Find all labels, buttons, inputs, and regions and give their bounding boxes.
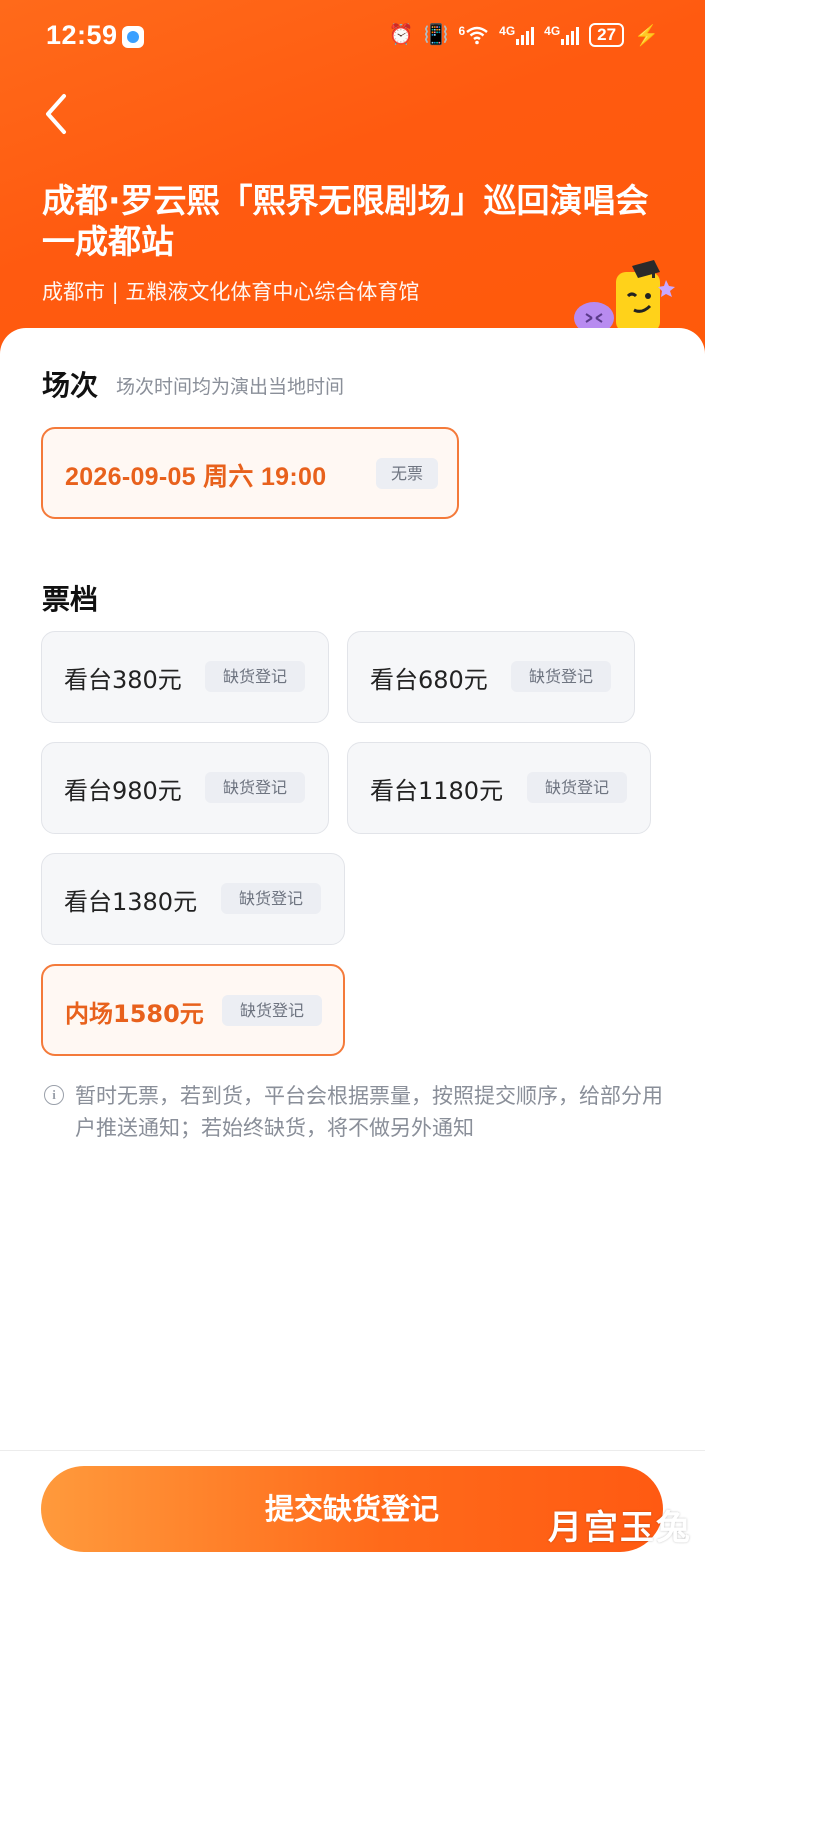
tier-section-title: 票档 [42, 583, 99, 616]
event-title: 成都·罗云熙「熙界无限剧场」巡回演唱会一成都站 [42, 181, 649, 261]
vibrate-icon: 📳 [423, 24, 449, 46]
battery-icon: 27 [589, 23, 625, 47]
restock-notice: 暂时无票，若到货，平台会根据票量，按照提交顺序，给部分用户推送通知；若始终缺货，… [75, 1084, 663, 1140]
session-date: 2026-09-05 周六 19:00 [65, 463, 327, 491]
tier-label: 看台1180元 [370, 777, 504, 805]
status-bar: 12:59 ⏰ 📳 6 4G 4G 27 ⚡ [0, 0, 705, 74]
tier-option-980[interactable]: 看台980元 缺货登记 [41, 742, 329, 834]
waitlist-badge: 缺货登记 [205, 661, 305, 692]
waitlist-badge: 缺货登记 [511, 661, 611, 692]
header-banner: 12:59 ⏰ 📳 6 4G 4G 27 ⚡ 成都·罗云熙「熙界无限剧场」巡回演… [0, 0, 705, 360]
signal-2-icon: 4G [544, 24, 580, 45]
wifi-icon: 6 [458, 25, 489, 45]
signal-1-icon: 4G [499, 24, 535, 45]
waitlist-badge: 缺货登记 [205, 772, 305, 803]
status-time: 12:59 [46, 20, 118, 50]
network-type-2: 4G [544, 24, 561, 38]
tier-option-680[interactable]: 看台680元 缺货登记 [347, 631, 635, 723]
app-notification-icon [122, 26, 144, 48]
tier-label: 看台980元 [64, 777, 182, 805]
waitlist-badge: 缺货登记 [527, 772, 627, 803]
wifi-symbol [466, 26, 488, 45]
chevron-left-icon [46, 94, 66, 134]
info-icon: i [44, 1085, 64, 1105]
waitlist-badge: 缺货登记 [222, 995, 322, 1026]
charging-icon: ⚡ [634, 24, 659, 47]
sold-out-badge: 无票 [376, 458, 438, 489]
tier-option-380[interactable]: 看台380元 缺货登记 [41, 631, 329, 723]
tier-option-1580[interactable]: 内场1580元 缺货登记 [41, 964, 345, 1056]
mascot-icon [574, 260, 675, 334]
session-note: 场次时间均为演出当地时间 [116, 376, 345, 398]
session-option[interactable]: 2026-09-05 周六 19:00 无票 [41, 427, 459, 519]
tier-label: 看台680元 [370, 666, 488, 694]
session-section-title: 场次 [42, 369, 99, 402]
network-type-1: 4G [499, 24, 516, 38]
tier-option-1380[interactable]: 看台1380元 缺货登记 [41, 853, 345, 945]
tier-label: 看台1380元 [64, 888, 198, 916]
alarm-icon: ⏰ [388, 24, 414, 46]
wifi-label: 6 [458, 24, 466, 38]
tier-option-1180[interactable]: 看台1180元 缺货登记 [347, 742, 651, 834]
waitlist-badge: 缺货登记 [221, 883, 321, 914]
status-icons: ⏰ 📳 6 4G 4G 27 ⚡ [389, 22, 659, 48]
back-button[interactable] [40, 92, 80, 136]
tier-label: 看台380元 [64, 666, 182, 694]
footer-divider [0, 1450, 705, 1451]
tier-label: 内场1580元 [65, 1000, 204, 1028]
watermark: 月宫玉兔 [548, 1508, 692, 1548]
event-venue: 成都市 | 五粮液文化体育中心综合体育馆 [42, 280, 420, 304]
